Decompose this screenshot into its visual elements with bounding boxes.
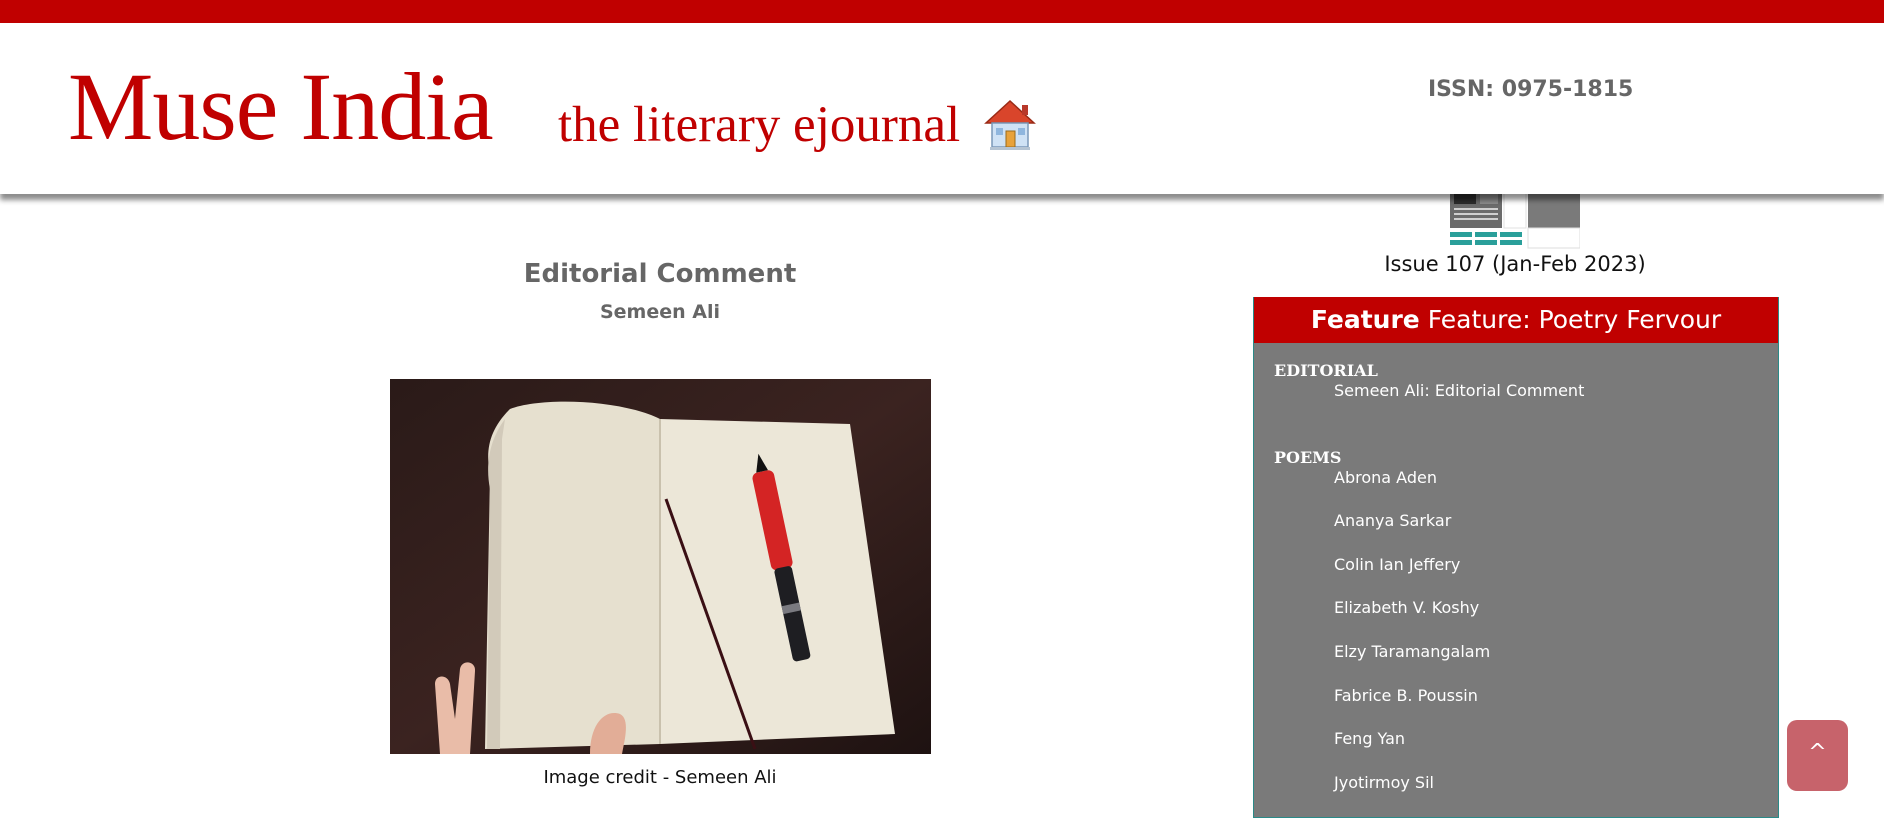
section-title-poems: POEMS xyxy=(1274,448,1342,467)
feature-link-poet[interactable]: Elzy Taramangalam xyxy=(1334,642,1490,661)
feature-link-poet[interactable]: Colin Ian Jeffery xyxy=(1334,555,1460,574)
feature-link-editorial[interactable]: Semeen Ali: Editorial Comment xyxy=(1334,381,1584,400)
issn-label: ISSN: 0975-1815 xyxy=(1428,77,1634,102)
feature-link-poet[interactable]: Fabrice B. Poussin xyxy=(1334,686,1478,705)
issue-label[interactable]: Issue 107 (Jan-Feb 2023) xyxy=(1253,252,1777,276)
feature-link-poet[interactable]: Jyotirmoy Sil xyxy=(1334,773,1434,792)
section-title-editorial: EDITORIAL xyxy=(1274,361,1378,380)
feature-link-poet[interactable]: Feng Yan xyxy=(1334,729,1405,748)
article-author: Semeen Ali xyxy=(599,301,720,323)
issue-cover-thumbnail[interactable] xyxy=(1450,190,1580,250)
site-header: Muse India the literary ejournal ISSN: 0… xyxy=(0,23,1884,194)
feature-link-poet[interactable]: Abrona Aden xyxy=(1334,468,1437,487)
article-image xyxy=(390,379,931,754)
site-tagline: the literary ejournal xyxy=(558,97,961,153)
feature-panel: Feature Feature: Poetry Fervour EDITORIA… xyxy=(1253,297,1779,818)
image-caption: Image credit - Semeen Ali xyxy=(543,767,777,788)
feature-header[interactable]: Feature Feature: Poetry Fervour xyxy=(1254,297,1778,343)
article-title: Editorial Comment xyxy=(523,259,797,289)
site-logo[interactable]: Muse India xyxy=(68,59,494,155)
feature-header-bold: Feature xyxy=(1310,305,1420,334)
home-icon[interactable] xyxy=(982,97,1038,151)
feature-link-poet[interactable]: Elizabeth V. Koshy xyxy=(1334,598,1479,617)
scroll-to-top-button[interactable]: ^ xyxy=(1787,720,1848,791)
feature-link-poet[interactable]: Ananya Sarkar xyxy=(1334,511,1451,530)
feature-header-title: Feature: Poetry Fervour xyxy=(1427,305,1722,334)
top-red-bar xyxy=(0,0,1884,23)
